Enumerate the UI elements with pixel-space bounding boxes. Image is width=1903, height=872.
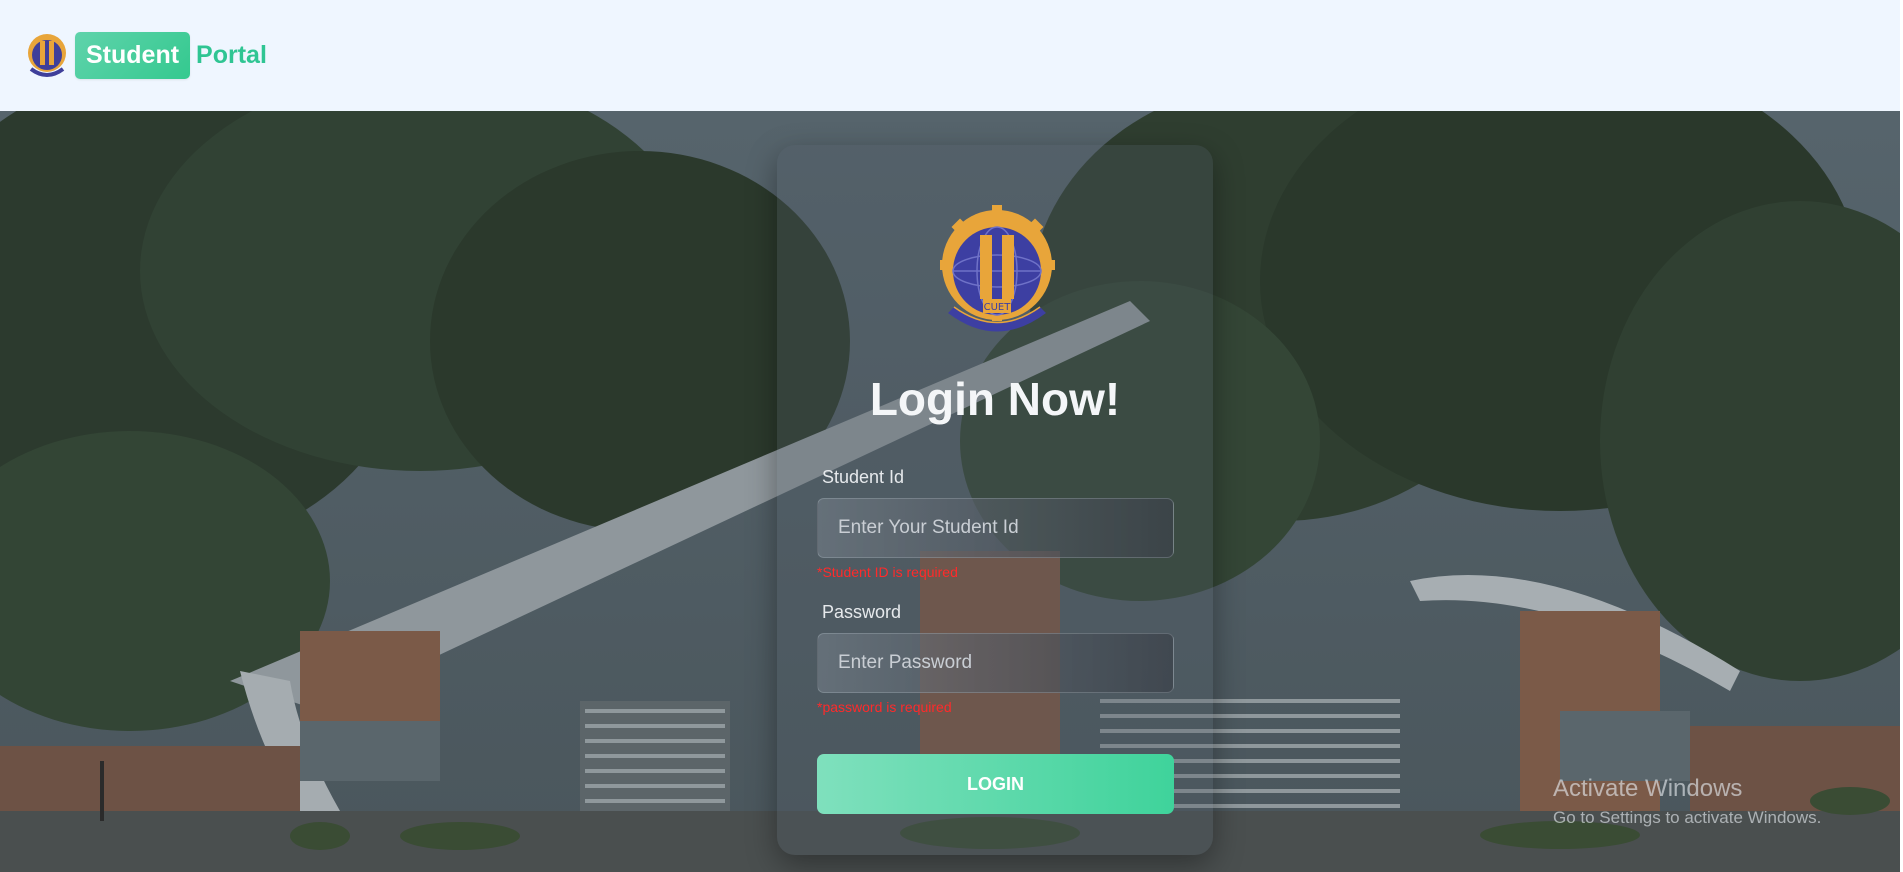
password-input[interactable] [817, 633, 1174, 693]
cuet-logo-icon[interactable] [25, 29, 69, 83]
activate-windows-subtitle: Go to Settings to activate Windows. [1553, 808, 1822, 827]
password-error: *password is required [817, 699, 952, 715]
student-id-label: Student Id [822, 467, 905, 487]
brand-rest[interactable]: Portal [196, 41, 267, 70]
brand-highlight[interactable]: Student [75, 32, 191, 79]
login-card: CUET Login Now! Student Id *Student ID i… [777, 145, 1213, 855]
login-title: Login Now! [869, 373, 1121, 425]
password-label: Password [822, 602, 902, 622]
top-navbar: Student Portal [0, 0, 1900, 111]
activate-windows-title: Activate Windows [1553, 775, 1743, 802]
cuet-seal-icon: CUET [940, 205, 1055, 332]
student-id-error: *Student ID is required [817, 564, 958, 580]
student-id-input[interactable] [817, 498, 1174, 558]
login-button[interactable]: LOGIN [817, 754, 1174, 814]
svg-text:CUET: CUET [984, 302, 1012, 313]
